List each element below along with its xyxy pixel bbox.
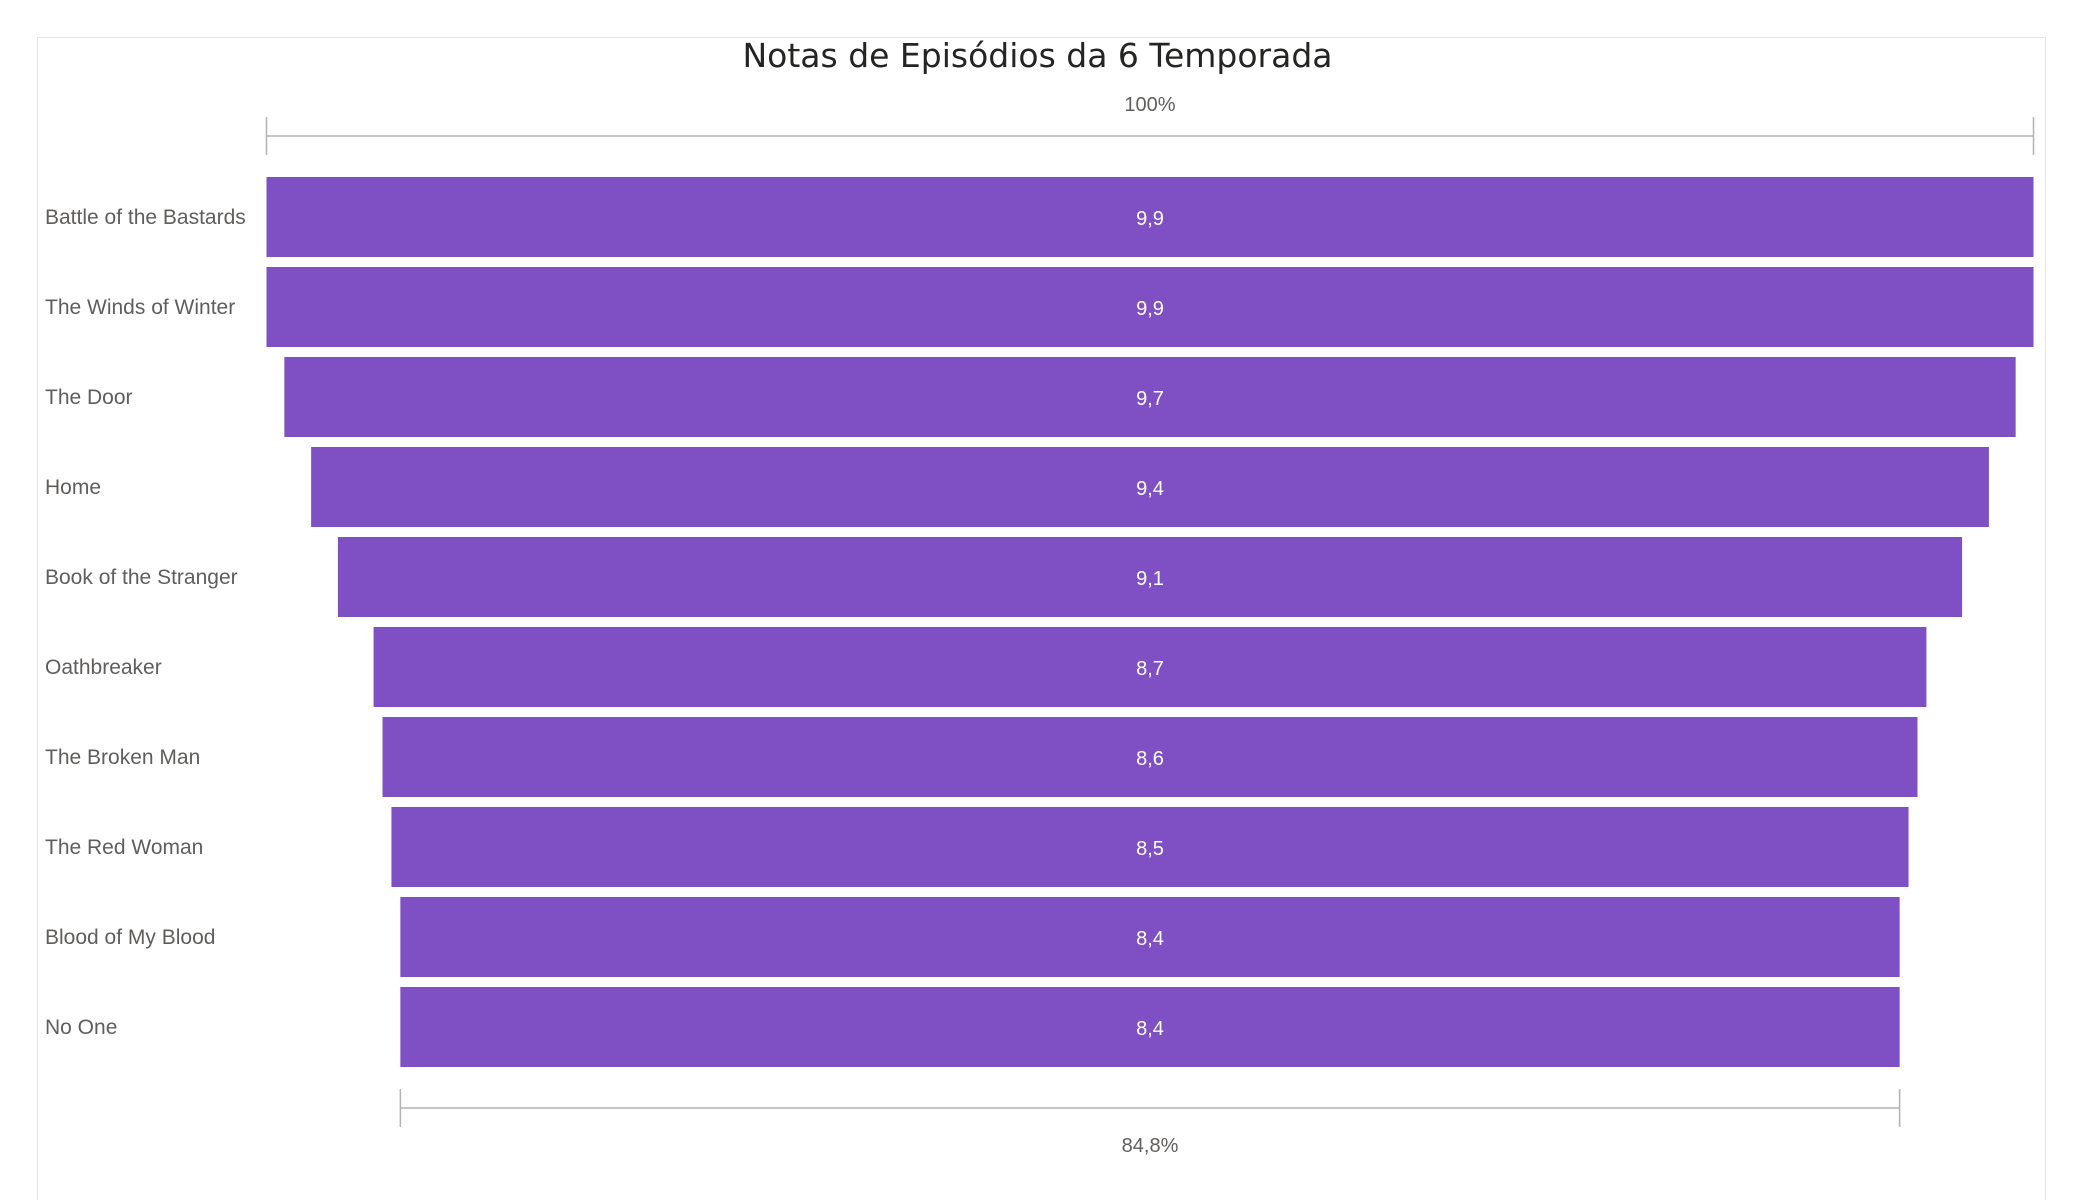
value-label: 8,4 <box>1136 1018 1164 1040</box>
bottom-bracket-line <box>399 1089 1901 1127</box>
top-bracket-line <box>265 117 2035 155</box>
value-label: 8,6 <box>1136 748 1164 770</box>
value-label: 9,7 <box>1136 388 1164 410</box>
top-percent-label: 100% <box>1124 94 1175 116</box>
category-label: No One <box>45 1016 117 1039</box>
category-label: Book of the Stranger <box>45 566 238 589</box>
category-label: Home <box>45 476 101 499</box>
category-label: The Winds of Winter <box>45 296 235 319</box>
value-label: 9,1 <box>1136 568 1164 590</box>
value-label: 9,9 <box>1136 298 1164 320</box>
bottom-percent-label: 84,8% <box>1122 1135 1179 1157</box>
value-label: 9,4 <box>1136 478 1164 500</box>
bottom-percent-axis: 84,8% <box>399 1089 1901 1157</box>
category-label: The Red Woman <box>45 836 203 859</box>
value-label: 8,5 <box>1136 838 1164 860</box>
value-label: 8,7 <box>1136 658 1164 680</box>
category-label: Oathbreaker <box>45 656 162 679</box>
funnel-bars: Battle of the Bastards 9,9 The Winds of Wi… <box>45 177 2034 1067</box>
value-label: 9,9 <box>1136 208 1164 230</box>
category-label: The Broken Man <box>45 746 200 769</box>
funnel-chart: 100% Battle of the Bastards 9,9 The Winds … <box>45 94 2035 1157</box>
top-percent-axis: 100% <box>265 94 2035 155</box>
category-label: Battle of the Bastards <box>45 206 246 229</box>
category-label: The Door <box>45 386 133 409</box>
value-label: 8,4 <box>1136 928 1164 950</box>
category-label: Blood of My Blood <box>45 926 215 949</box>
